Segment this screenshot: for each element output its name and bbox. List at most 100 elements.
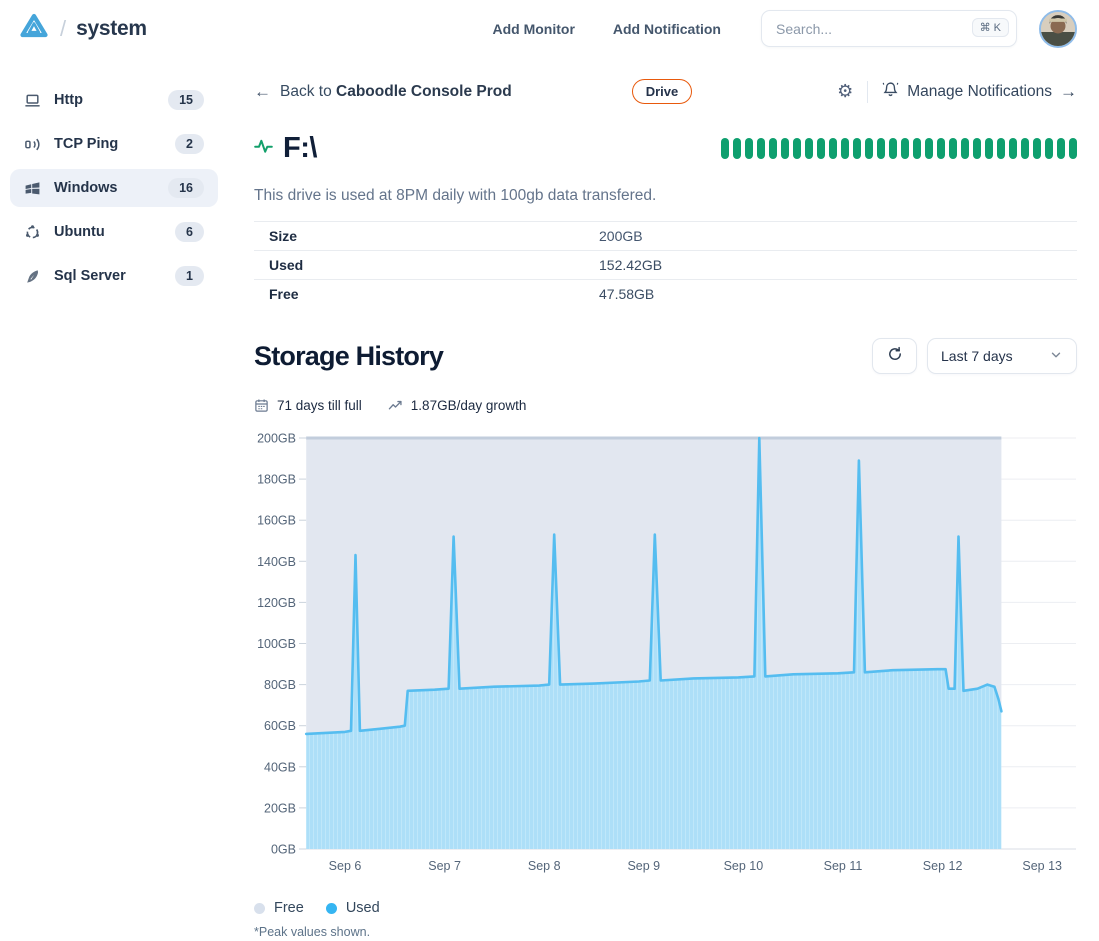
svg-text:0GB: 0GB [271, 843, 296, 857]
svg-text:200GB: 200GB [257, 432, 296, 446]
svg-text:100GB: 100GB [257, 637, 296, 651]
svg-text:Sep 12: Sep 12 [923, 859, 963, 873]
table-row-free: Free 47.58GB [254, 279, 1077, 308]
health-bar [865, 138, 873, 159]
svg-text:Sep 6: Sep 6 [329, 859, 362, 873]
sidebar-item-http[interactable]: Http 15 [10, 81, 218, 119]
brand[interactable]: / system [18, 11, 147, 46]
health-bar [925, 138, 933, 159]
count-badge: 16 [168, 178, 204, 198]
health-bar [1069, 138, 1077, 159]
count-badge: 15 [168, 90, 204, 110]
health-bar [1021, 138, 1029, 159]
health-bar [805, 138, 813, 159]
health-bar [721, 138, 729, 159]
svg-text:140GB: 140GB [257, 555, 296, 569]
add-monitor-link[interactable]: Add Monitor [492, 21, 574, 37]
health-bar [1045, 138, 1053, 159]
svg-text:Sep 13: Sep 13 [1022, 859, 1062, 873]
sidebar-item-tcp-ping[interactable]: TCP Ping 2 [10, 125, 218, 163]
drive-description: This drive is used at 8PM daily with 100… [254, 187, 1077, 205]
laptop-icon [24, 92, 41, 109]
health-bar [937, 138, 945, 159]
health-bar [745, 138, 753, 159]
signal-icon [24, 136, 41, 153]
svg-text:40GB: 40GB [264, 760, 296, 774]
top-nav: Add Monitor Add Notification [492, 21, 721, 37]
health-bar [1009, 138, 1017, 159]
storage-history-chart: 0GB20GB40GB60GB80GB100GB120GB140GB160GB1… [254, 429, 1077, 939]
bell-icon [882, 81, 899, 103]
add-notification-link[interactable]: Add Notification [613, 21, 721, 37]
sidebar-item-windows[interactable]: Windows 16 [10, 169, 218, 207]
free-legend-dot [254, 903, 265, 914]
health-bar [853, 138, 861, 159]
health-bar [913, 138, 921, 159]
storage-history-title: Storage History [254, 341, 443, 372]
breadcrumb-separator: / [60, 16, 66, 42]
svg-text:160GB: 160GB [257, 514, 296, 528]
stat-value: 152.42GB [599, 257, 662, 273]
health-bar [877, 138, 885, 159]
health-bar [829, 138, 837, 159]
health-bar [901, 138, 909, 159]
search-box: ⌘ K [761, 10, 1017, 47]
windows-icon [24, 180, 41, 197]
refresh-icon [887, 346, 903, 367]
back-link[interactable]: ← Back to Caboodle Console Prod [254, 82, 512, 102]
drive-type-badge: Drive [632, 79, 693, 104]
days-till-full-stat: 71 days till full [254, 398, 362, 413]
sidebar-item-ubuntu[interactable]: Ubuntu 6 [10, 213, 218, 251]
health-bar [949, 138, 957, 159]
toolbar-divider [867, 81, 868, 103]
health-bar [733, 138, 741, 159]
sidebar-item-label: Sql Server [54, 268, 126, 284]
health-bar [817, 138, 825, 159]
sidebar-item-label: Ubuntu [54, 224, 105, 240]
user-avatar[interactable] [1039, 10, 1077, 48]
used-legend-dot [326, 903, 337, 914]
gear-icon[interactable]: ⚙ [837, 81, 853, 102]
count-badge: 2 [175, 134, 204, 154]
sidebar-item-label: Windows [54, 180, 118, 196]
back-text: Back to Caboodle Console Prod [280, 83, 512, 101]
feather-icon [24, 268, 41, 285]
stat-label: Size [254, 228, 599, 244]
ubuntu-icon [24, 224, 41, 241]
health-bar [973, 138, 981, 159]
chevron-down-icon [1049, 348, 1063, 365]
drive-name-title: F:\ [283, 132, 317, 165]
manage-notifications-label: Manage Notifications [907, 83, 1052, 101]
refresh-button[interactable] [872, 338, 917, 374]
legend-item-free[interactable]: Free [254, 900, 304, 916]
health-bar [889, 138, 897, 159]
svg-text:180GB: 180GB [257, 473, 296, 487]
page-title: system [76, 17, 147, 41]
stat-value: 200GB [599, 228, 643, 244]
legend-label: Free [274, 900, 304, 916]
health-bar [793, 138, 801, 159]
svg-text:120GB: 120GB [257, 596, 296, 610]
stat-value: 47.58GB [599, 286, 654, 302]
legend-item-used[interactable]: Used [326, 900, 380, 916]
manage-notifications-link[interactable]: Manage Notifications → [882, 81, 1077, 103]
area-chart[interactable]: 0GB20GB40GB60GB80GB100GB120GB140GB160GB1… [254, 429, 1077, 881]
trend-up-icon [388, 398, 403, 413]
health-bar [997, 138, 1005, 159]
svg-text:Sep 10: Sep 10 [724, 859, 764, 873]
date-range-select[interactable]: Last 7 days [927, 338, 1077, 374]
pulse-icon [254, 137, 273, 161]
sidebar-item-sql-server[interactable]: Sql Server 1 [10, 257, 218, 295]
sidebar-item-label: TCP Ping [54, 136, 118, 152]
svg-text:Sep 7: Sep 7 [428, 859, 461, 873]
app-logo-icon [18, 11, 50, 46]
health-bar [1057, 138, 1065, 159]
growth-stat: 1.87GB/day growth [388, 398, 527, 413]
svg-text:20GB: 20GB [264, 801, 296, 815]
table-row-size: Size 200GB [254, 221, 1077, 250]
count-badge: 6 [175, 222, 204, 242]
health-bar [781, 138, 789, 159]
svg-text:Sep 8: Sep 8 [528, 859, 561, 873]
health-bar [1033, 138, 1041, 159]
legend-label: Used [346, 900, 380, 916]
